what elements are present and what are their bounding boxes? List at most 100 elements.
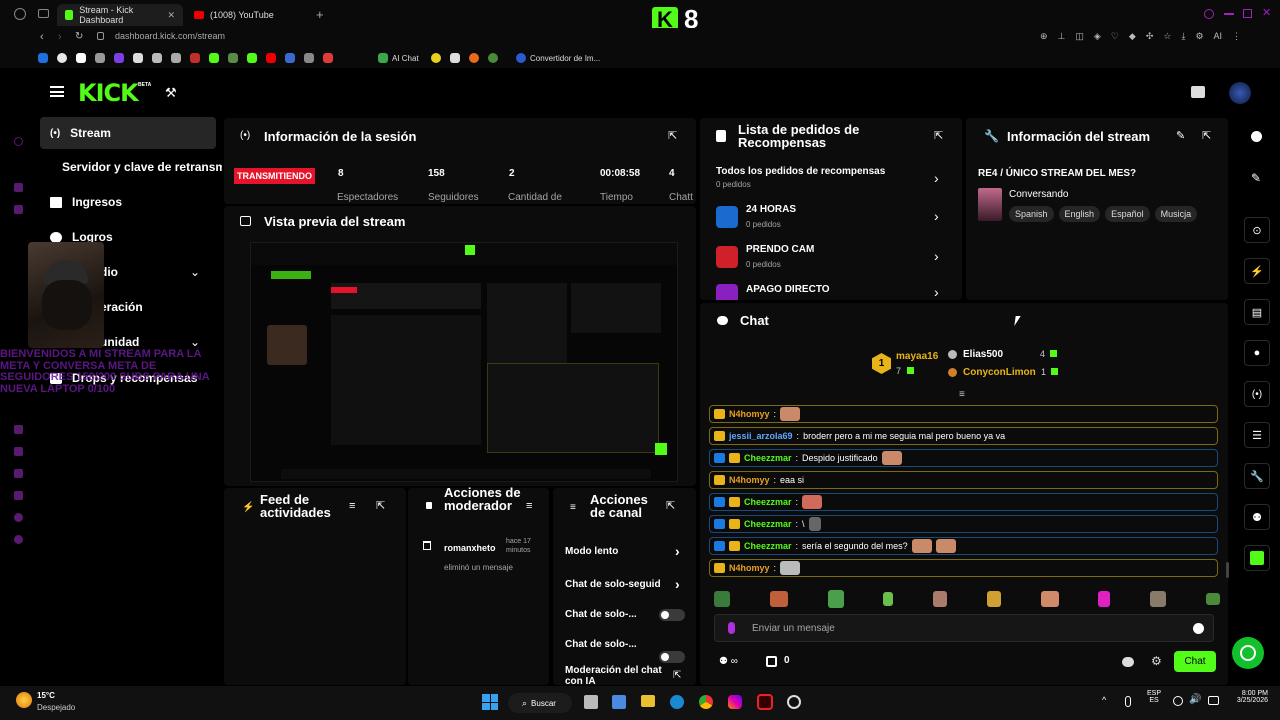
bookmark-icon[interactable] <box>450 53 460 63</box>
chat-message[interactable]: Cheezzmar: <box>709 493 1218 511</box>
obs-icon[interactable] <box>787 695 801 709</box>
send-chat-button[interactable]: Chat <box>1174 651 1216 672</box>
reload-icon[interactable]: ↻ <box>75 31 83 42</box>
shield-icon[interactable]: ◈ <box>1094 31 1101 42</box>
clock[interactable]: 8:00 PM 3/25/2026 <box>1230 690 1268 704</box>
strip-icon[interactable] <box>14 447 23 456</box>
reward-row-cam[interactable]: PRENDO CAM 0 pedidos › <box>716 244 946 272</box>
filter-icon[interactable]: ≡ <box>526 500 532 512</box>
popout-icon[interactable]: ⇱ <box>673 670 681 681</box>
strip-icon[interactable] <box>14 425 23 434</box>
rail-clips-icon[interactable] <box>1244 545 1270 571</box>
chat-username[interactable]: jessii_arzola69 <box>729 431 793 441</box>
chat-message[interactable]: N4homyy: <box>709 559 1218 577</box>
sidebar-item-ingresos[interactable]: Ingresos <box>50 195 122 209</box>
close-window-icon[interactable]: ✕ <box>1262 6 1271 19</box>
star-icon[interactable]: ☆ <box>1163 31 1171 42</box>
leader-name[interactable]: Elias500 <box>963 349 1003 360</box>
task-view-icon[interactable] <box>584 695 598 709</box>
emote-icon[interactable] <box>827 590 844 608</box>
strip-icon[interactable] <box>14 205 23 214</box>
chat-message[interactable]: Cheezzmar: sería el segundo del mes? <box>709 537 1218 555</box>
instagram-icon[interactable] <box>728 695 742 709</box>
hamburger-menu-icon[interactable] <box>50 86 64 97</box>
popout-icon[interactable]: ⇱ <box>376 499 385 512</box>
youtube-icon[interactable] <box>266 53 276 63</box>
chat-bubble-icon[interactable] <box>1122 657 1134 667</box>
app-icon[interactable] <box>612 695 626 709</box>
pin-icon[interactable]: ⊥ <box>1058 31 1066 42</box>
chat-username[interactable]: N4homyy <box>729 409 770 419</box>
bookmark-icon[interactable] <box>323 53 333 63</box>
edge-icon[interactable] <box>670 695 684 709</box>
volume-icon[interactable]: 🔊 <box>1189 694 1201 705</box>
back-icon[interactable]: ‹ <box>40 31 44 43</box>
taskbar-search[interactable]: ⌕ Buscar <box>508 693 572 713</box>
windows-start-icon[interactable] <box>482 694 498 710</box>
chat-username[interactable]: N4homyy <box>729 563 770 573</box>
extensions-icon[interactable]: ⚙ <box>1195 31 1203 42</box>
bookmark-icon[interactable] <box>38 53 48 63</box>
strip-icon[interactable] <box>14 137 23 146</box>
strip-icon[interactable] <box>14 513 23 522</box>
hammer-icon[interactable]: ⚒ <box>165 85 177 101</box>
strip-icon[interactable] <box>14 535 23 544</box>
tag-chip[interactable]: Musicja <box>1154 206 1198 222</box>
strip-icon[interactable] <box>14 183 23 192</box>
rail-chat-icon[interactable]: ● <box>1244 340 1270 366</box>
tag-chip[interactable]: Spanish <box>1009 206 1054 222</box>
preview-video[interactable] <box>250 242 678 482</box>
tab-kick-dashboard[interactable]: Stream - Kick Dashboard ✕ <box>57 4 183 26</box>
chat-username[interactable]: Cheezzmar <box>744 497 792 507</box>
strip-icon[interactable] <box>14 469 23 478</box>
tab-youtube[interactable]: (1008) YouTube <box>186 4 312 26</box>
tag-chip[interactable]: Español <box>1105 206 1150 222</box>
bookmark-icon[interactable] <box>95 53 105 63</box>
close-tab-icon[interactable]: ✕ <box>167 10 175 21</box>
bookmark-icon[interactable] <box>171 53 181 63</box>
info-icon[interactable] <box>1251 131 1262 142</box>
search-tabs-icon[interactable] <box>1204 9 1214 19</box>
menu-icon[interactable]: ⋮ <box>1232 31 1241 42</box>
pencil-icon[interactable]: ✎ <box>1251 171 1261 185</box>
bookmark-icon[interactable] <box>190 53 200 63</box>
bookmark-icon[interactable] <box>152 53 162 63</box>
chevron-up-icon[interactable]: ^ <box>1102 695 1106 705</box>
mod-action-user[interactable]: romanxheto <box>444 543 496 553</box>
leader-name[interactable]: mayaa16 <box>896 351 938 362</box>
expand-leaderboard-icon[interactable]: ≡ <box>959 389 965 400</box>
rail-clipboard-icon[interactable]: ▤ <box>1244 299 1270 325</box>
chat-username[interactable]: Cheezzmar <box>744 541 792 551</box>
chat-username[interactable]: Cheezzmar <box>744 453 792 463</box>
emote-icon[interactable] <box>1040 591 1059 607</box>
rail-bolt-icon[interactable]: ⚡ <box>1244 258 1270 284</box>
google-icon[interactable] <box>57 53 67 63</box>
rail-sliders-icon[interactable]: ☰ <box>1244 422 1270 448</box>
chatters-icon[interactable]: ⚉ ∞ <box>719 656 738 667</box>
ai-button[interactable]: AI <box>1214 31 1223 42</box>
gmail-icon[interactable] <box>133 53 143 63</box>
chrome-icon[interactable] <box>699 695 713 709</box>
reward-row-apago[interactable]: APAGO DIRECTO › <box>716 282 946 300</box>
leader-name[interactable]: ConyconLimon <box>963 367 1036 378</box>
url-text[interactable]: dashboard.kick.com/stream <box>115 31 225 41</box>
bookmark-icon[interactable] <box>488 53 498 63</box>
rail-wrench-icon[interactable]: 🔧 <box>1244 463 1270 489</box>
kick-icon[interactable] <box>209 53 219 63</box>
bookmark-ai-chat[interactable]: AI Chat <box>378 53 419 63</box>
emote-icon[interactable] <box>933 591 948 607</box>
maximize-icon[interactable] <box>1243 9 1252 18</box>
profile-icon[interactable] <box>14 8 26 20</box>
sidebar-item-server-key[interactable]: Servidor y clave de retransm <box>62 160 222 174</box>
minimize-icon[interactable] <box>1224 13 1234 15</box>
mic-icon[interactable] <box>1125 696 1131 707</box>
category-thumbnail[interactable] <box>978 188 1002 221</box>
bookmark-icon[interactable] <box>431 53 441 63</box>
chat-message[interactable]: Cheezzmar: Despido justificado <box>709 449 1218 467</box>
new-tab-icon[interactable]: + <box>316 7 324 22</box>
emote-icon[interactable] <box>1150 591 1167 607</box>
chat-message[interactable]: jessii_arzola69: broderr pero a mi me se… <box>709 427 1218 445</box>
heart-icon[interactable]: ♡ <box>1111 31 1119 42</box>
network-icon[interactable] <box>1173 696 1183 706</box>
zoom-icon[interactable]: ⊕ <box>1040 31 1048 42</box>
